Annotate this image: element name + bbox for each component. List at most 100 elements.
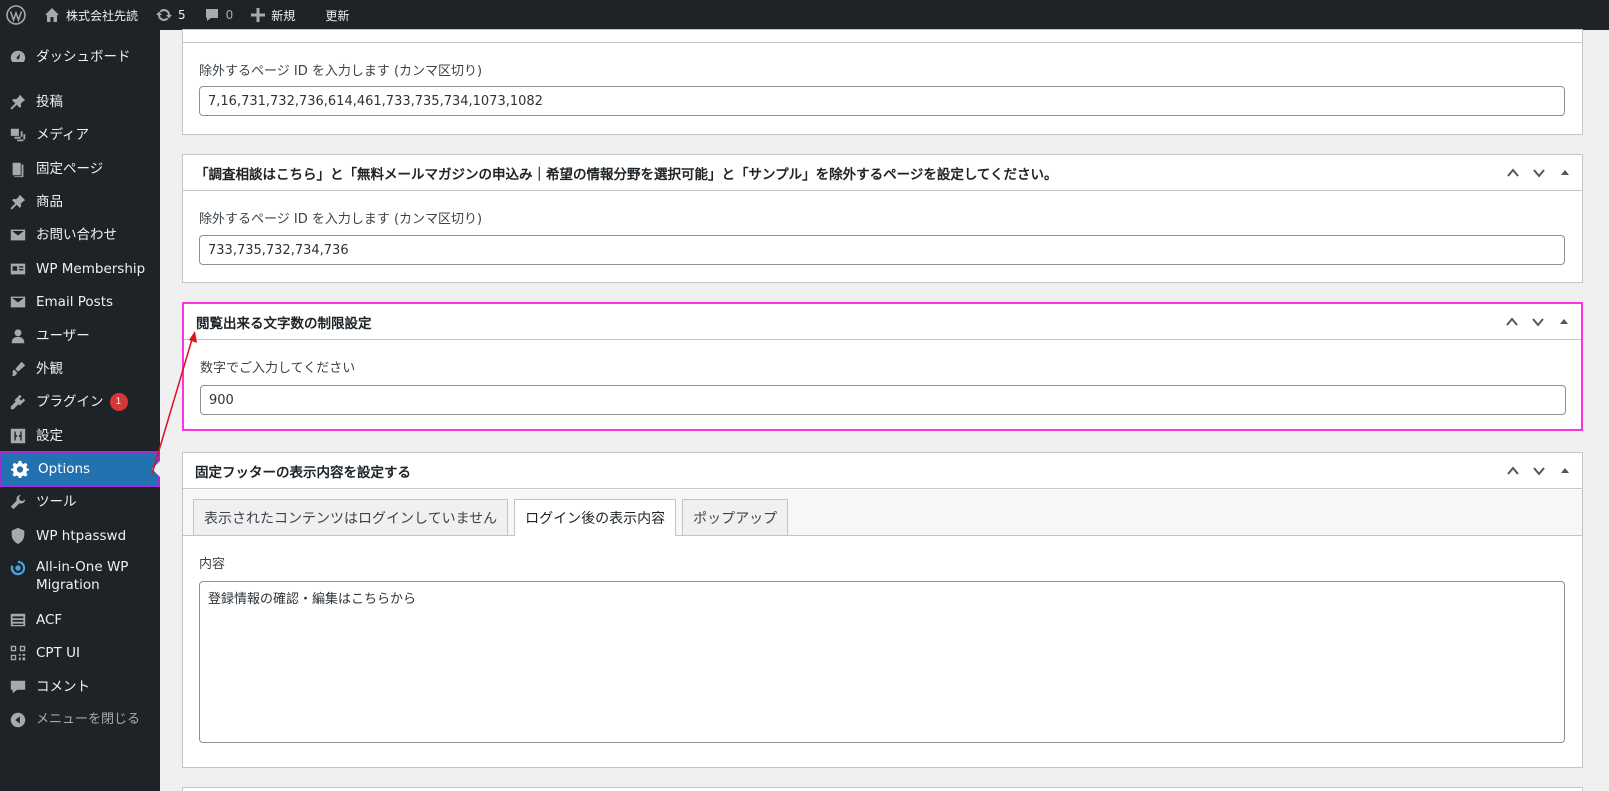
brush-icon <box>11 361 26 377</box>
sidebar-item-pages[interactable]: 固定ページ <box>0 152 160 186</box>
settings-icon <box>10 428 26 444</box>
sidebar-item-tools[interactable]: ツール <box>0 485 160 519</box>
tab-not-logged-in[interactable]: 表示されたコンテンツはログインしていません <box>193 499 509 535</box>
exclude-page-ids-input-1[interactable]: 7,16,731,732,736,614,461,733,735,734,107… <box>199 86 1565 116</box>
comment-bubble-icon <box>205 9 218 21</box>
content-textarea[interactable]: 登録情報の確認・編集はこちらから <box>199 581 1565 743</box>
sidebar-item-contact[interactable]: お問い合わせ <box>0 218 160 252</box>
tab-popup[interactable]: ポップアップ <box>682 499 789 535</box>
chevron-up-icon <box>1507 466 1519 475</box>
collapse-icon <box>10 712 26 728</box>
tab-divider <box>183 535 1582 536</box>
toggle-panel-button[interactable] <box>1555 313 1573 331</box>
toggle-panel-button[interactable] <box>1556 164 1574 182</box>
chevron-up-icon <box>1506 317 1518 326</box>
table-icon <box>10 613 26 627</box>
sidebar-item-posts[interactable]: 投稿 <box>0 85 160 119</box>
sidebar-item-comments[interactable]: コメント <box>0 670 160 704</box>
char-limit-panel: 閲覧出来る文字数の制限設定 数字でご入力してください 900 <box>182 302 1583 431</box>
sidebar-item-acf[interactable]: ACF <box>0 603 160 637</box>
move-up-button[interactable] <box>1504 462 1522 480</box>
sidebar-item-wp-htpasswd[interactable]: WP htpasswd <box>0 519 160 553</box>
footer-content-panel: 固定フッターの表示内容を設定する 表示されたコンテンツはログインしていません ロ… <box>182 452 1583 768</box>
exclude-page-ids-input-2[interactable]: 733,735,732,734,736 <box>199 235 1565 265</box>
sidebar-item-email-posts[interactable]: Email Posts <box>0 285 160 319</box>
chevron-down-icon <box>1533 169 1545 178</box>
sidebar-label: Email Posts <box>36 294 114 310</box>
move-up-button[interactable] <box>1503 313 1521 331</box>
home-icon <box>45 8 59 22</box>
panel-divider <box>183 42 1582 43</box>
site-name-link[interactable]: 株式会社先読 <box>35 0 147 30</box>
move-down-button[interactable] <box>1530 462 1548 480</box>
gear-icon <box>11 460 29 478</box>
pin-icon <box>10 194 26 210</box>
sidebar-label: ダッシュボード <box>36 49 131 65</box>
panel-title: 「調査相談はこちら」と「無料メールマガジンの申込み｜希望の情報分野を選択可能」と… <box>195 166 1058 183</box>
tab-after-login[interactable]: ログイン後の表示内容 <box>514 499 677 536</box>
sidebar-item-appearance[interactable]: 外観 <box>0 352 160 386</box>
sidebar-label: CPT UI <box>36 645 80 661</box>
move-up-button[interactable] <box>1504 164 1522 182</box>
mail-icon <box>10 229 26 241</box>
sidebar-label: コメント <box>36 679 90 695</box>
exclude-pages-panel-2: 「調査相談はこちら」と「無料メールマガジンの申込み｜希望の情報分野を選択可能」と… <box>182 154 1583 283</box>
sidebar-label: All-in-One WP Migration <box>36 559 129 593</box>
wrench-icon <box>10 494 26 510</box>
move-down-button[interactable] <box>1530 164 1548 182</box>
sidebar-item-wp-membership[interactable]: WP Membership <box>0 252 160 286</box>
sidebar-item-products[interactable]: 商品 <box>0 185 160 219</box>
panel-title: 固定フッターの表示内容を設定する <box>195 464 411 481</box>
move-down-button[interactable] <box>1529 313 1547 331</box>
user-icon <box>11 329 25 344</box>
sidebar-label: ユーザー <box>36 328 90 344</box>
sidebar-label: WP Membership <box>36 261 146 277</box>
triangle-up-icon <box>1561 468 1569 473</box>
shield-icon <box>11 527 25 545</box>
sidebar-item-plugins[interactable]: プラグイン 1 <box>0 385 160 419</box>
sidebar-label: 投稿 <box>36 94 63 110</box>
site-name: 株式会社先読 <box>66 8 139 23</box>
id-card-icon <box>10 263 26 275</box>
sidebar-item-dashboard[interactable]: ダッシュボード <box>0 40 160 74</box>
sidebar-item-settings[interactable]: 設定 <box>0 419 160 453</box>
sidebar-label: 固定ページ <box>36 161 104 177</box>
collapse-menu-button[interactable]: メニューを閉じる <box>0 703 160 737</box>
sidebar-item-options[interactable]: Options <box>0 451 160 487</box>
triangle-up-icon <box>1561 170 1569 175</box>
chevron-down-icon <box>1532 318 1544 327</box>
updates-link[interactable]: 5 <box>147 0 195 30</box>
toggle-panel-button[interactable] <box>1556 462 1574 480</box>
sidebar-label: Options <box>38 461 91 477</box>
sidebar-item-users[interactable]: ユーザー <box>0 319 160 353</box>
mail-icon <box>10 296 26 308</box>
sidebar-item-all-in-one-migration[interactable]: All-in-One WP Migration <box>0 553 160 599</box>
panel-header[interactable]: 「調査相談はこちら」と「無料メールマガジンの申込み｜希望の情報分野を選択可能」と… <box>183 155 1582 191</box>
updates-count: 5 <box>178 8 186 22</box>
migration-icon <box>10 560 26 576</box>
qr-icon <box>10 645 26 661</box>
comments-count: 0 <box>225 8 234 22</box>
plus-icon <box>251 8 266 22</box>
exclude-pages-panel-1: 除外するページ ID を入力します (カンマ区切り) 7,16,731,732,… <box>182 29 1583 135</box>
wordpress-logo-icon <box>6 5 26 25</box>
sidebar-label: メディア <box>36 127 90 143</box>
dashboard-icon <box>10 50 26 62</box>
chevron-up-icon <box>1507 168 1519 177</box>
comments-link[interactable]: 0 <box>195 0 243 30</box>
wp-logo-button[interactable] <box>0 0 35 30</box>
panel-header[interactable]: 閲覧出来る文字数の制限設定 <box>184 304 1581 340</box>
media-icon <box>10 128 26 142</box>
sidebar-label: WP htpasswd <box>36 528 127 544</box>
sidebar-item-cpt-ui[interactable]: CPT UI <box>0 636 160 670</box>
update-link[interactable]: 更新 <box>316 0 358 30</box>
sidebar-label: 外観 <box>36 361 63 377</box>
sidebar-label: ACF <box>36 612 63 628</box>
panel-header[interactable]: 固定フッターの表示内容を設定する <box>183 453 1582 489</box>
new-content-link[interactable]: 新規 <box>242 0 304 30</box>
sidebar-item-media[interactable]: メディア <box>0 118 160 152</box>
sidebar-label: プラグイン <box>36 394 104 410</box>
char-limit-input[interactable]: 900 <box>200 385 1566 415</box>
sidebar-label: ツール <box>36 494 77 510</box>
chevron-down-icon <box>1533 467 1545 476</box>
